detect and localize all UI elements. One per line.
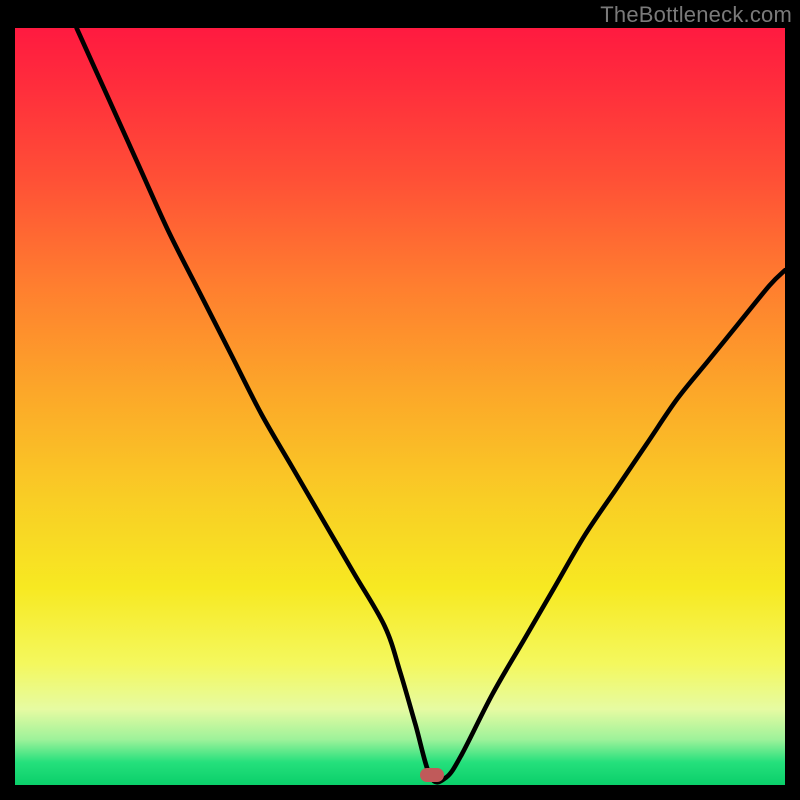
- watermark-text: TheBottleneck.com: [600, 2, 792, 28]
- chart-frame: TheBottleneck.com: [0, 0, 800, 800]
- bottleneck-curve: [77, 28, 785, 782]
- optimum-marker: [420, 768, 444, 782]
- plot-area: [15, 28, 785, 785]
- curve-layer: [15, 28, 785, 785]
